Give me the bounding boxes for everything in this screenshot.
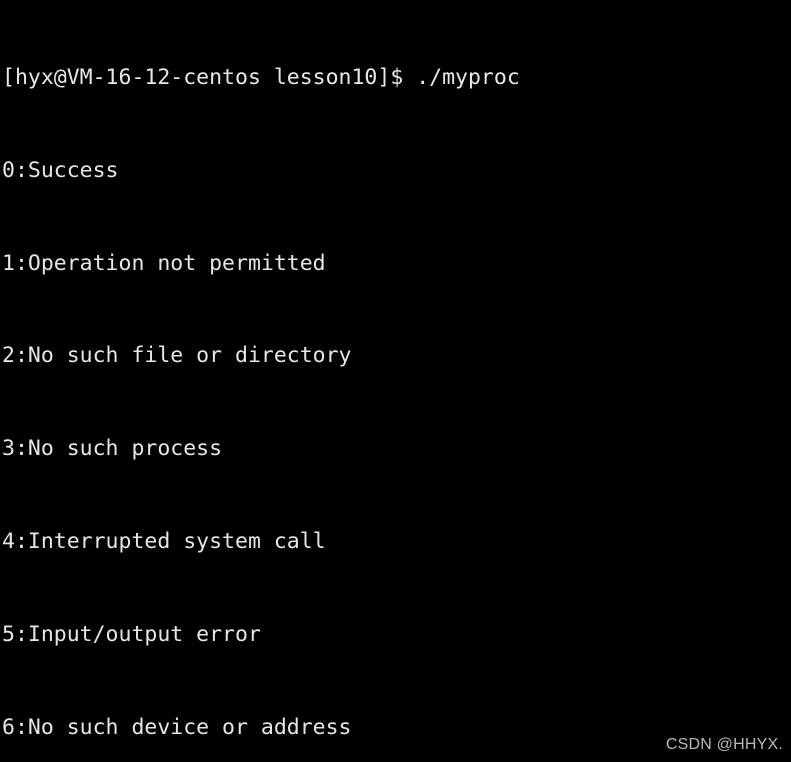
terminal-output-line-5: 5:Input/output error	[2, 621, 261, 647]
terminal-output-line-4: 4:Interrupted system call	[2, 529, 326, 555]
terminal-prompt-line: [hyx@VM-16-12-centos lesson10]$ ./myproc	[2, 64, 520, 90]
csdn-watermark: CSDN @HHYX.	[665, 736, 783, 753]
terminal-output-line-0: 0:Success	[2, 157, 119, 183]
terminal-window[interactable]: [hyx@VM-16-12-centos lesson10]$ ./myproc…	[0, 0, 791, 762]
terminal-output-line-2: 2:No such file or directory	[2, 343, 352, 369]
terminal-output-area[interactable]: [hyx@VM-16-12-centos lesson10]$ ./myproc…	[0, 0, 789, 762]
terminal-output-line-3: 3:No such process	[2, 436, 223, 462]
terminal-output-line-1: 1:Operation not permitted	[2, 250, 326, 276]
